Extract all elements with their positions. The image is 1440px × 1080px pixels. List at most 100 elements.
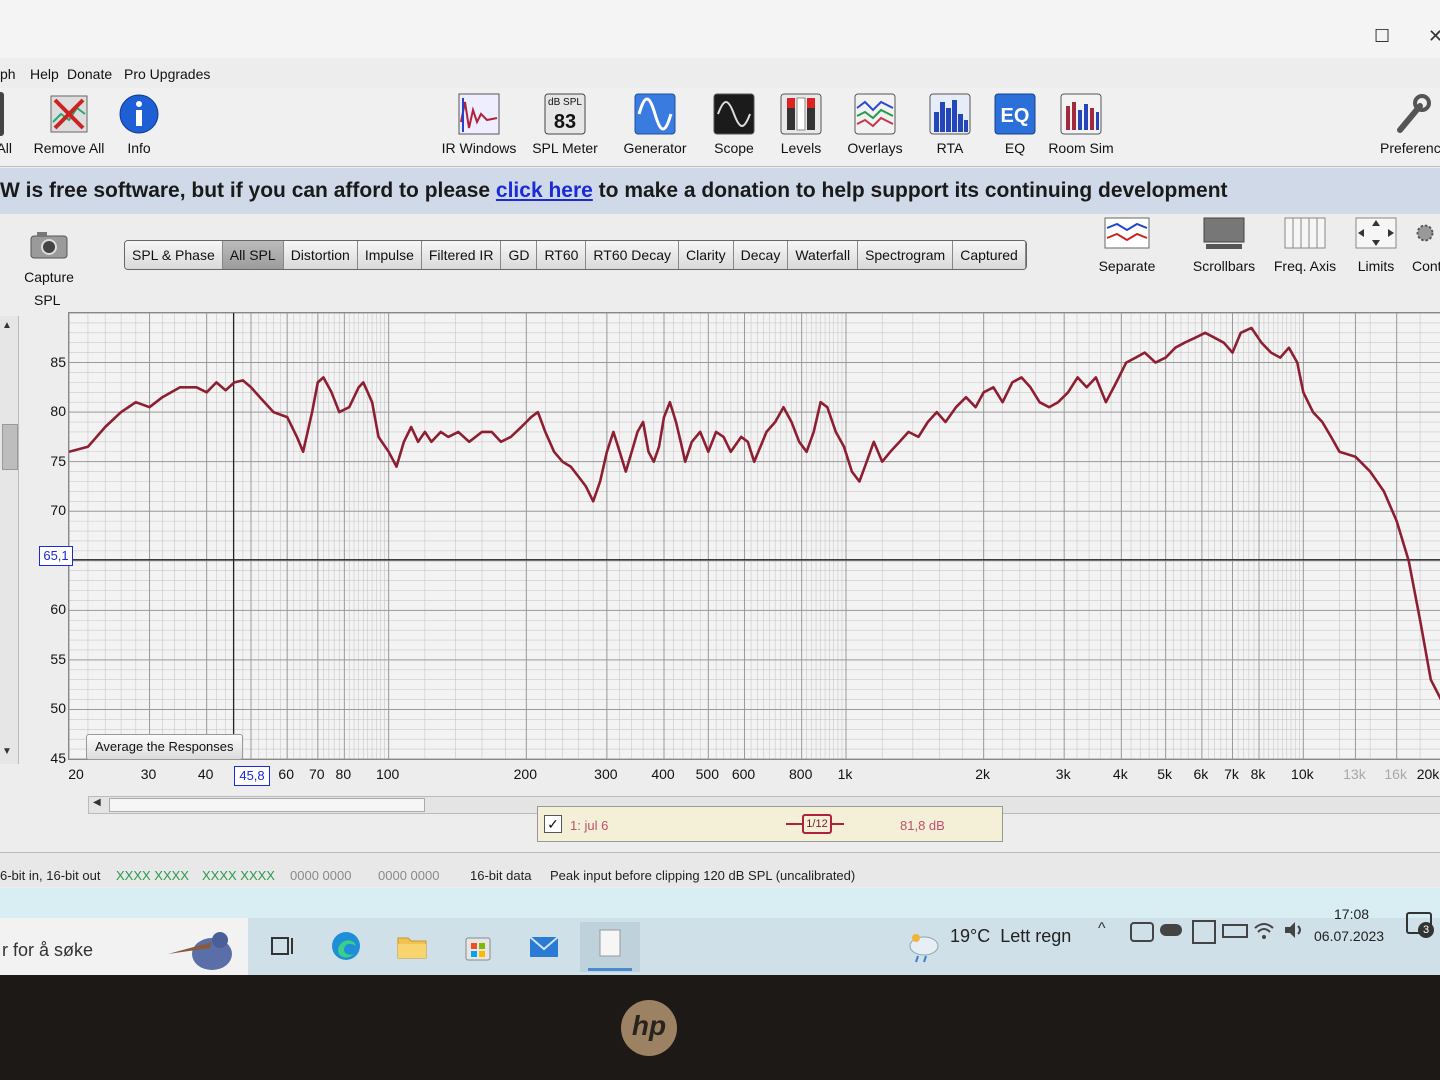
tab-waterfall[interactable]: Waterfall [788, 241, 859, 269]
all-button[interactable]: All [0, 88, 12, 164]
x-tick-label: 800 [788, 766, 813, 782]
wifi-icon[interactable] [1252, 918, 1276, 942]
chevron-up-icon[interactable]: ^ [1098, 920, 1106, 938]
x-tick-label: 4k [1112, 766, 1128, 782]
capture-button[interactable]: Capture [18, 230, 80, 285]
store-icon[interactable] [460, 928, 496, 964]
edge-icon[interactable] [328, 928, 364, 964]
controls-button[interactable]: Cont [1410, 216, 1440, 274]
tab-impulse[interactable]: Impulse [357, 241, 422, 269]
file-explorer-icon[interactable] [394, 928, 430, 964]
limits-button[interactable]: Limits [1348, 216, 1404, 274]
x-tick-label: 8k [1250, 766, 1266, 782]
scroll-thumb-horizontal[interactable] [109, 798, 425, 812]
y-tick-label: 70 [50, 502, 66, 519]
tab-filtered-ir[interactable]: Filtered IR [421, 241, 502, 269]
spl-meter-icon: dB SPL 83 [544, 93, 586, 135]
screen: ☐ ✕ ph Help Donate Pro Upgrades All Remo… [0, 0, 1440, 975]
task-view-icon[interactable] [266, 928, 302, 964]
tab-spectrogram[interactable]: Spectrogram [858, 241, 954, 269]
measurement-legend: ✓ 1: jul 6 1/12 81,8 dB [537, 806, 1003, 842]
tab-decay[interactable]: Decay [733, 241, 789, 269]
y-tick-label: 60 [50, 601, 66, 618]
spl-plot-area [69, 313, 1440, 759]
scroll-up-icon[interactable]: ▲ [2, 320, 12, 331]
mail-icon[interactable] [526, 928, 562, 964]
x-tick-label: 70 [309, 766, 325, 782]
measurement-level: 81,8 dB [900, 818, 945, 833]
x-tick-label: 600 [731, 766, 756, 782]
scroll-left-icon[interactable]: ◀ [93, 797, 101, 808]
menu-donate[interactable]: Donate [67, 66, 112, 82]
measurement-checkbox[interactable]: ✓ [544, 815, 562, 833]
generator-button[interactable]: Generator [612, 88, 698, 164]
y-tick-label: 80 [50, 403, 66, 420]
spl-meter-button[interactable]: dB SPL 83 SPL Meter [522, 88, 608, 164]
spl-graph[interactable] [68, 312, 1440, 760]
smoothing-control[interactable]: 1/12 [786, 813, 844, 834]
tab-spl-phase[interactable]: SPL & Phase [125, 241, 223, 269]
overlays-button[interactable]: Overlays [832, 88, 918, 164]
preferences-button[interactable]: Preferenc [1376, 88, 1440, 164]
donation-text: W is free software, but if you can affor… [0, 179, 1228, 202]
meet-now-icon[interactable] [1130, 922, 1154, 942]
menu-pro-upgrades[interactable]: Pro Upgrades [124, 66, 210, 82]
spl-curve [69, 326, 1440, 701]
info-button[interactable]: Info [96, 88, 182, 164]
battery-icon[interactable] [1222, 924, 1248, 938]
generator-icon [634, 93, 676, 135]
desktop-strip [0, 888, 1440, 918]
remove-all-icon [50, 95, 88, 133]
vertical-scrollbar[interactable]: ▲ ▼ [0, 316, 19, 764]
scope-icon [713, 93, 755, 135]
rew-task-icon[interactable] [580, 922, 640, 972]
ir-windows-button[interactable]: IR Windows [436, 88, 522, 164]
tab-all-spl[interactable]: All SPL [222, 241, 284, 269]
y-tick-label: 75 [50, 452, 66, 469]
ir-windows-icon [458, 93, 500, 135]
average-responses-button[interactable]: Average the Responses [86, 734, 243, 760]
status-bit-depth: 6-bit in, 16-bit out [0, 868, 101, 883]
weather-text[interactable]: 19°C Lett regn [950, 926, 1071, 947]
x-tick-label: 1k [837, 766, 853, 782]
room-sim-button[interactable]: Room Sim [1038, 88, 1124, 164]
donate-link[interactable]: click here [496, 179, 593, 202]
x-tick-label: 300 [594, 766, 618, 782]
menu-help[interactable]: Help [30, 66, 59, 82]
room-sim-icon [1060, 93, 1102, 135]
x-tick-label: 400 [651, 766, 675, 782]
tab-rt60-decay[interactable]: RT60 Decay [586, 241, 679, 269]
tab-rt60[interactable]: RT60 [537, 241, 587, 269]
speaker-icon[interactable] [1282, 918, 1306, 942]
status-input-meter-2: XXXX XXXX [202, 868, 275, 883]
separate-button[interactable]: Separate [1094, 216, 1160, 274]
clock-time[interactable]: 17:08 [1334, 906, 1369, 922]
tab-distortion[interactable]: Distortion [283, 241, 358, 269]
freq-axis-button[interactable]: Freq. Axis [1270, 216, 1340, 274]
y-tick-label: 45 [50, 750, 66, 766]
tab-gd[interactable]: GD [501, 241, 538, 269]
tab-clarity[interactable]: Clarity [678, 241, 734, 269]
title-bar: ☐ ✕ [0, 0, 1440, 58]
scroll-thumb[interactable] [2, 424, 18, 470]
donation-banner: W is free software, but if you can affor… [0, 168, 1440, 214]
taskbar-search[interactable]: r for å søke [0, 918, 248, 975]
menu-graph[interactable]: ph [0, 66, 16, 82]
maximize-button[interactable]: ☐ [1374, 26, 1390, 47]
status-bar: 6-bit in, 16-bit out XXXX XXXX XXXX XXXX… [0, 852, 1440, 887]
levels-icon [780, 93, 822, 135]
status-input-meter: XXXX XXXX [116, 868, 189, 883]
scrollbars-button[interactable]: Scrollbars [1188, 216, 1260, 274]
x-tick-label: 20k [1416, 766, 1440, 782]
onedrive-icon[interactable] [1160, 924, 1182, 936]
close-button[interactable]: ✕ [1428, 26, 1440, 47]
scroll-down-icon[interactable]: ▼ [2, 746, 12, 757]
security-icon[interactable] [1192, 920, 1216, 944]
camera-icon [30, 232, 68, 259]
y-tick-label: 55 [50, 650, 66, 667]
graph-tabs: SPL & Phase All SPL Distortion Impulse Filte… [124, 240, 1027, 270]
tab-captured[interactable]: Captured [953, 241, 1026, 269]
hp-logo: hp [621, 1000, 677, 1056]
clock-date[interactable]: 06.07.2023 [1314, 928, 1384, 944]
x-tick-label: 2k [975, 766, 991, 782]
